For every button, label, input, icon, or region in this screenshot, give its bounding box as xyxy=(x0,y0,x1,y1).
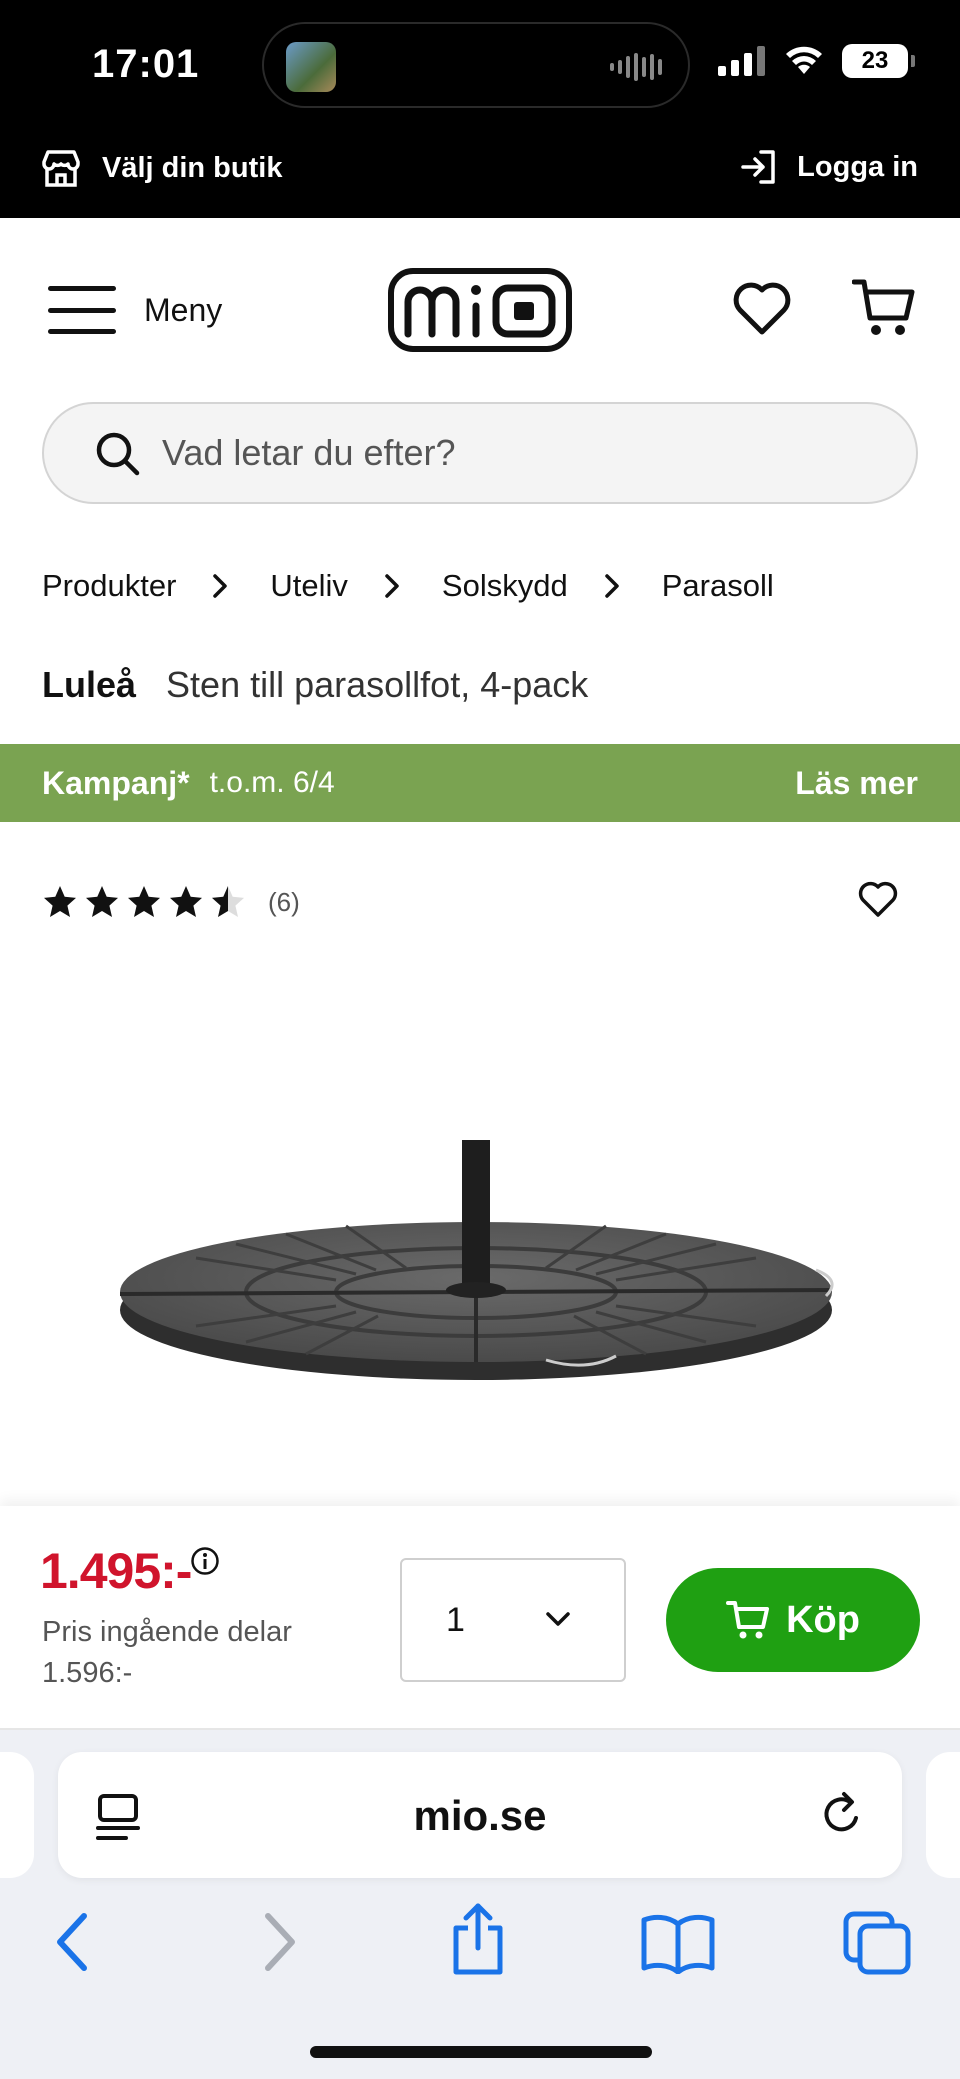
battery-indicator: 23 xyxy=(842,44,915,78)
campaign-read-more-link[interactable]: Läs mer xyxy=(795,765,918,802)
breadcrumb-item-uteliv[interactable]: Uteliv xyxy=(270,568,348,604)
buy-button[interactable]: Köp xyxy=(666,1568,920,1672)
mio-logo-icon xyxy=(388,268,572,352)
breadcrumb-item-produkter[interactable]: Produkter xyxy=(42,568,176,604)
parasol-base-image xyxy=(119,1140,834,1380)
browser-nav-row xyxy=(0,1903,960,2000)
choose-store-link[interactable]: Välj din butik xyxy=(40,148,282,188)
price: 1.495:- xyxy=(40,1543,192,1599)
info-icon[interactable] xyxy=(190,1546,220,1576)
buy-bar: 1.495:- Pris ingående delar 1.596:- 1 Kö… xyxy=(0,1506,960,1730)
status-indicators: 23 xyxy=(718,44,915,78)
cart-icon xyxy=(726,1601,770,1639)
star-half-icon xyxy=(212,886,244,917)
product-image[interactable] xyxy=(116,1130,856,1390)
product-title: Luleå Sten till parasollfot, 4-pack xyxy=(42,664,588,706)
cellular-signal-icon xyxy=(718,46,765,76)
search-icon xyxy=(96,432,140,476)
login-label: Logga in xyxy=(797,150,918,183)
audio-waveform-icon xyxy=(610,52,662,82)
star-full-icon xyxy=(170,886,202,917)
campaign-date: t.o.m. 6/4 xyxy=(209,766,335,799)
share-icon xyxy=(453,1903,503,1975)
login-link[interactable]: Logga in xyxy=(739,148,918,186)
store-icon xyxy=(42,150,80,187)
bookmarks-button[interactable] xyxy=(640,1910,716,1979)
buy-label: Köp xyxy=(786,1598,860,1641)
breadcrumb-item-solskydd[interactable]: Solskydd xyxy=(442,568,568,604)
chevron-left-icon xyxy=(57,1913,87,1971)
forward-button[interactable] xyxy=(260,1910,300,1979)
chevron-right-icon xyxy=(265,1913,295,1971)
site-header: Meny xyxy=(0,218,960,398)
share-button[interactable] xyxy=(448,1902,508,1983)
browser-toolbar: mio.se xyxy=(0,1730,960,2079)
chevron-right-icon xyxy=(604,574,619,598)
chevron-down-icon xyxy=(546,1612,570,1626)
back-button[interactable] xyxy=(52,1910,92,1979)
login-icon xyxy=(741,150,775,184)
store-bar: Välj din butik Logga in xyxy=(0,120,960,218)
rating-stars xyxy=(42,884,246,920)
quantity-value: 1 xyxy=(446,1600,465,1639)
chevron-right-icon xyxy=(385,574,399,598)
heart-icon xyxy=(858,881,898,917)
search-bar[interactable] xyxy=(42,402,918,504)
status-time: 17:01 xyxy=(92,42,200,86)
chevron-right-icon xyxy=(213,574,228,598)
mio-logo[interactable] xyxy=(388,268,572,357)
price-components: Pris ingående delar 1.596:- xyxy=(42,1612,292,1694)
reload-icon[interactable] xyxy=(818,1790,866,1840)
address-bar[interactable]: mio.se xyxy=(58,1752,902,1878)
product-brand[interactable]: Luleå xyxy=(42,664,136,705)
star-full-icon xyxy=(86,886,118,917)
product-favorite-button[interactable] xyxy=(858,880,898,923)
search-input[interactable] xyxy=(162,432,862,474)
wifi-icon xyxy=(786,46,822,74)
next-tab-peek[interactable] xyxy=(926,1752,960,1878)
choose-store-label: Välj din butik xyxy=(102,151,283,184)
menu-label: Meny xyxy=(144,291,223,328)
price-components-value: 1.596:- xyxy=(42,1657,133,1689)
product-rating[interactable]: (6) xyxy=(42,884,300,920)
breadcrumb-item-parasoll[interactable]: Parasoll xyxy=(662,568,774,604)
price-components-label: Pris ingående delar xyxy=(42,1616,292,1648)
star-full-icon xyxy=(128,886,160,917)
status-bar: 17:01 23 xyxy=(0,0,960,120)
wishlist-button[interactable] xyxy=(732,280,792,341)
heart-icon xyxy=(733,282,791,335)
url-text: mio.se xyxy=(413,1792,547,1839)
campaign-banner: Kampanj* t.o.m. 6/4 Läs mer xyxy=(0,744,960,822)
tabs-button[interactable] xyxy=(842,1910,912,1981)
quantity-select[interactable]: 1 xyxy=(400,1558,626,1682)
campaign-label: Kampanj* xyxy=(42,764,190,801)
breadcrumb: Produkter Uteliv Solskydd Parasoll xyxy=(42,568,774,604)
now-playing-thumbnail xyxy=(286,42,336,92)
rating-count: (6) xyxy=(268,886,300,917)
cart-icon xyxy=(851,279,915,335)
cart-button[interactable] xyxy=(851,276,916,345)
hamburger-icon xyxy=(48,286,116,334)
home-indicator[interactable] xyxy=(310,2046,652,2058)
previous-tab-peek[interactable] xyxy=(0,1752,34,1878)
star-full-icon xyxy=(44,886,76,917)
menu-button[interactable]: Meny xyxy=(48,286,222,334)
tabs-icon xyxy=(843,1911,911,1975)
book-icon xyxy=(641,1914,715,1975)
dynamic-island[interactable] xyxy=(262,22,690,108)
product-name: Sten till parasollfot, 4-pack xyxy=(166,664,589,705)
